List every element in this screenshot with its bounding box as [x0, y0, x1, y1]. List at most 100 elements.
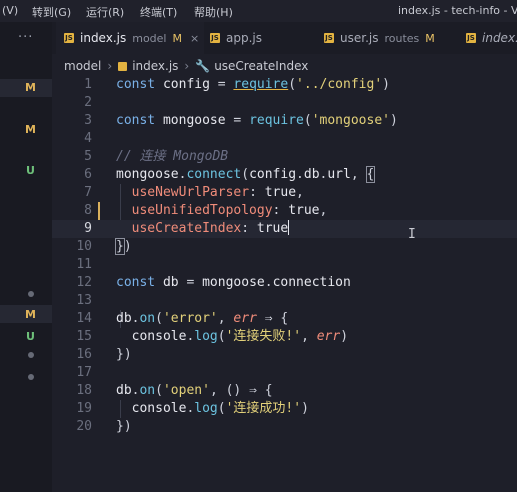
- code-text: useCreateIndex: true: [116, 220, 290, 238]
- breadcrumb-symbol[interactable]: useCreateIndex: [214, 59, 308, 73]
- code-token: :: [272, 203, 289, 218]
- code-text: mongoose.connect(config.db.url, {: [116, 166, 376, 184]
- line-number: 19: [76, 401, 92, 416]
- menu-view[interactable]: (V): [2, 4, 18, 17]
- menu-run[interactable]: 运行(R): [86, 4, 124, 20]
- tab-label: app.js: [226, 31, 262, 45]
- code-line[interactable]: 12 const db = mongoose.connection: [52, 274, 517, 292]
- code-token: connect: [186, 167, 242, 182]
- code-line[interactable]: 10}): [52, 238, 517, 256]
- code-line[interactable]: 16}): [52, 346, 517, 364]
- line-number: 11: [76, 257, 92, 272]
- code-token: url: [327, 167, 351, 182]
- code-token: }): [116, 419, 132, 434]
- code-line[interactable]: 19 console.log('连接成功!'): [52, 400, 517, 418]
- code-token: 'mongoose': [311, 113, 390, 128]
- close-icon[interactable]: ×: [190, 32, 199, 45]
- menu-bar: (V) 转到(G) 运行(R) 终端(T) 帮助(H) index.js - t…: [0, 0, 517, 22]
- code-token: }: [115, 238, 125, 255]
- git-modified-marker[interactable]: M: [25, 308, 36, 321]
- line-number: 20: [76, 419, 92, 434]
- code-line[interactable]: 2: [52, 94, 517, 112]
- code-line[interactable]: 9 useCreateIndex: true: [52, 220, 517, 238]
- code-token: console: [131, 401, 187, 416]
- tab-folder: routes: [384, 31, 420, 45]
- code-line[interactable]: 15 console.log('连接失败!', err): [52, 328, 517, 346]
- code-token: config: [162, 77, 210, 92]
- git-untracked-marker[interactable]: U: [26, 330, 35, 343]
- tab-user-js-routes[interactable]: JS user.js routes M: [320, 22, 435, 54]
- git-dot: [28, 291, 34, 297]
- tab-index-js[interactable]: JS index.js: [462, 22, 517, 54]
- line-number: 15: [76, 329, 92, 344]
- code-line[interactable]: 11: [52, 256, 517, 274]
- code-line[interactable]: 6 mongoose.connect(config.db.url, {: [52, 166, 517, 184]
- code-line[interactable]: 20}): [52, 418, 517, 436]
- code-token: db: [303, 167, 320, 182]
- code-line[interactable]: 3 const mongoose = require('mongoose'): [52, 112, 517, 130]
- code-token: // 连接 MongoDB: [116, 149, 229, 164]
- code-line[interactable]: 18 db.on('open', () ⇒ {: [52, 382, 517, 400]
- code-line[interactable]: 17: [52, 364, 517, 382]
- code-token: useNewUrlParser: [131, 185, 250, 200]
- chevron-right-icon: ›: [107, 59, 113, 73]
- code-text: const db = mongoose.connection: [116, 274, 351, 292]
- code-line[interactable]: 8 useUnifiedTopology: true,: [52, 202, 517, 220]
- code-text: }): [116, 418, 132, 436]
- code-token: ): [340, 329, 349, 344]
- modified-badge: M: [172, 31, 183, 45]
- code-line[interactable]: 4: [52, 130, 517, 148]
- code-editor[interactable]: 1 const config = require('../config') 2 3 co…: [52, 76, 517, 492]
- tab-folder: model: [132, 31, 167, 45]
- git-dot: [28, 374, 34, 380]
- menu-go[interactable]: 转到(G): [32, 4, 71, 20]
- line-number: 6: [84, 167, 92, 182]
- code-token: (: [217, 401, 226, 416]
- breadcrumb-folder[interactable]: model: [64, 59, 101, 73]
- code-token: ,: [217, 311, 234, 326]
- code-token: .: [296, 167, 304, 182]
- code-token: const: [116, 113, 163, 128]
- code-token: err: [316, 329, 341, 344]
- line-number: 9: [84, 221, 92, 236]
- code-token: =: [225, 113, 250, 128]
- line-number: 5: [84, 149, 92, 164]
- line-number: 18: [76, 383, 92, 398]
- tab-app-js[interactable]: JS app.js: [206, 22, 262, 54]
- git-modified-marker[interactable]: M: [25, 81, 36, 94]
- git-untracked-marker[interactable]: U: [26, 164, 35, 177]
- code-line[interactable]: 13: [52, 292, 517, 310]
- menu-terminal[interactable]: 终端(T): [140, 4, 177, 20]
- js-file-icon: JS: [466, 33, 476, 43]
- js-file-icon: JS: [324, 33, 334, 43]
- code-text: db.on('open', () ⇒ {: [116, 382, 273, 400]
- code-token: ,: [301, 329, 317, 344]
- code-token: mongoose: [202, 275, 265, 290]
- code-token: }): [116, 347, 132, 362]
- menu-help[interactable]: 帮助(H): [194, 4, 233, 20]
- code-token: console: [131, 329, 187, 344]
- code-text: const config = require('../config'): [116, 76, 390, 94]
- code-token: err: [233, 311, 257, 326]
- line-number: 13: [76, 293, 92, 308]
- breadcrumb-file[interactable]: index.js: [132, 59, 178, 73]
- code-line[interactable]: 5 // 连接 MongoDB: [52, 148, 517, 166]
- code-token: log: [194, 329, 218, 344]
- window-title: index.js - tech-info - Vis: [398, 4, 517, 17]
- code-token: true: [264, 185, 297, 200]
- code-token: (: [303, 113, 312, 128]
- code-token: ,: [350, 167, 367, 182]
- line-number: 14: [76, 311, 92, 326]
- more-actions-icon[interactable]: ···: [18, 30, 33, 45]
- tab-index-js-model[interactable]: JS index.js model M ×: [56, 22, 204, 54]
- code-token: on: [139, 311, 156, 326]
- code-token: =: [209, 77, 234, 92]
- code-token: true: [288, 203, 320, 218]
- code-line[interactable]: 7 useNewUrlParser: true,: [52, 184, 517, 202]
- code-line[interactable]: 14 db.on('error', err ⇒ {: [52, 310, 517, 328]
- code-line[interactable]: 1 const config = require('../config'): [52, 76, 517, 94]
- git-modified-marker[interactable]: M: [25, 123, 36, 136]
